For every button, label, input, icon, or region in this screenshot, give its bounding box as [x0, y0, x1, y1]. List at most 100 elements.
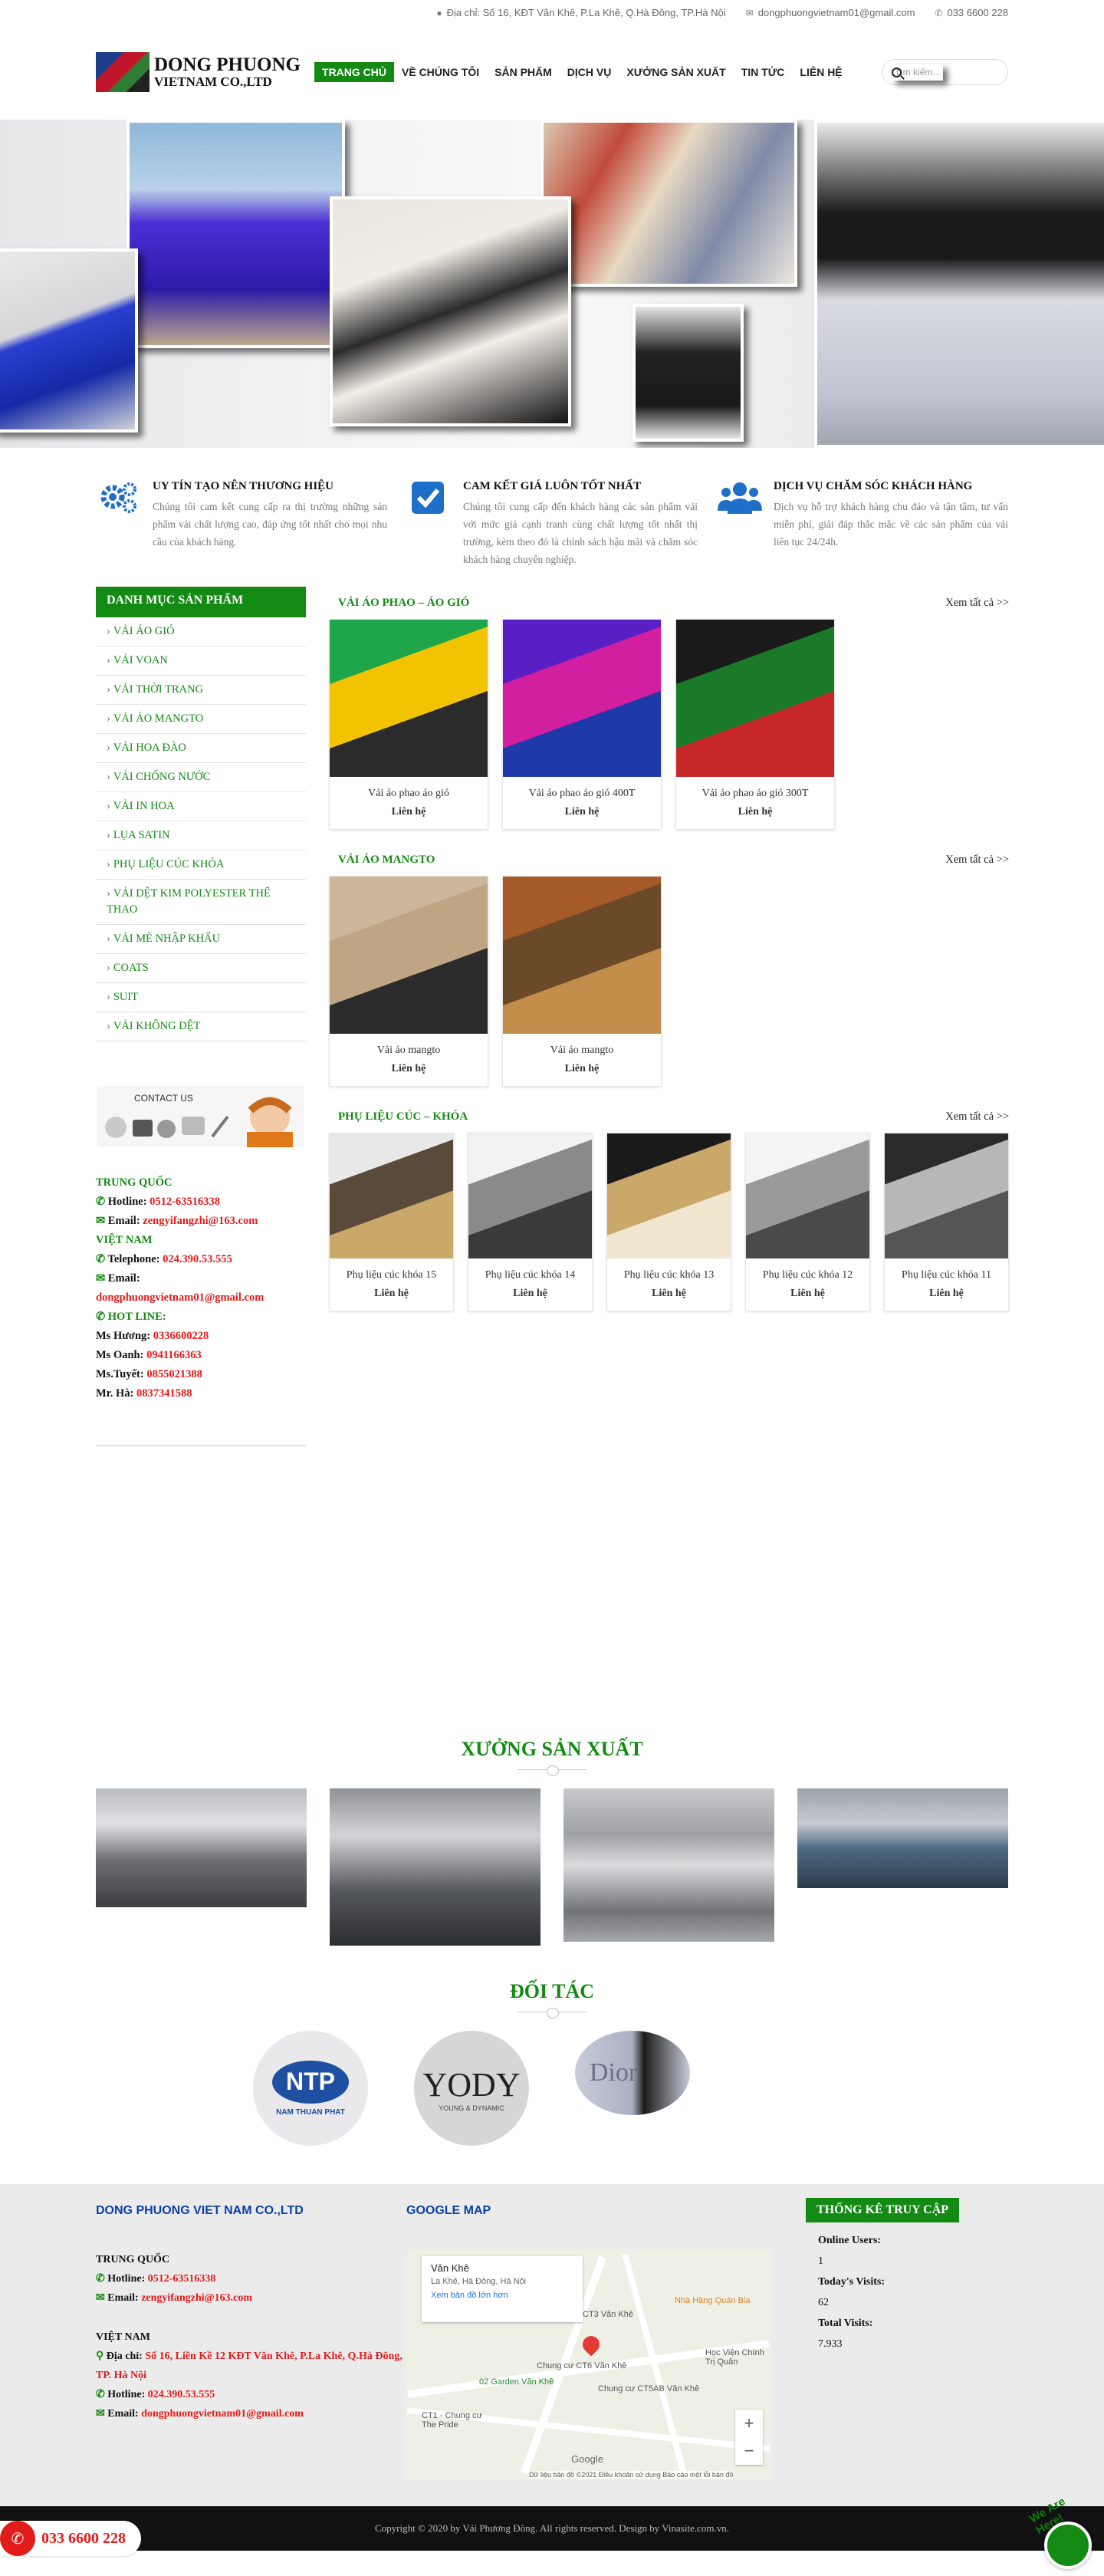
category-item[interactable]: VẢI HOA ĐÀO	[96, 734, 306, 763]
nav-products[interactable]: SẢN PHẨM	[487, 62, 560, 82]
category-item[interactable]: PHỤ LIỆU CÚC KHÓA	[96, 850, 306, 880]
nav-contact[interactable]: LIÊN HỆ	[792, 62, 849, 82]
location-icon: ⚲	[96, 2351, 107, 2362]
category-item[interactable]: VẢI IN HOA	[96, 792, 306, 821]
feature-title: DỊCH VỤ CHĂM SÓC KHÁCH HÀNG	[774, 480, 973, 492]
nav-factory[interactable]: XƯỞNG SẢN XUẤT	[619, 62, 733, 82]
partner-logo-ntp[interactable]: NTP NAM THUAN PHAT	[253, 2031, 368, 2146]
map-zoom-control[interactable]: + −	[735, 2410, 763, 2465]
product-image[interactable]	[330, 877, 488, 1034]
product-card[interactable]: Vải áo mangto Liên hệ	[502, 876, 662, 1087]
product-name[interactable]: Phụ liệu cúc khóa 15	[330, 1269, 453, 1288]
product-card[interactable]: Phụ liệu cúc khóa 15 Liên hệ	[329, 1133, 454, 1311]
sidebar: DANH MỤC SẢN PHẨM VẢI ÁO GIÓ VẢI VOAN VẢ…	[96, 587, 306, 1446]
product-name[interactable]: Vải áo mangto	[330, 1045, 488, 1063]
category-item[interactable]: VẢI DỆT KIM POLYESTER THỂ THAO	[96, 880, 306, 925]
footer-company: DONG PHUONG VIET NAM CO.,LTD TRUNG QUỐC …	[96, 2198, 406, 2480]
map-pin-icon[interactable]	[579, 2332, 603, 2357]
phone-icon: ✆	[935, 7, 943, 18]
product-image[interactable]	[330, 1133, 453, 1258]
product-image[interactable]	[330, 620, 488, 777]
partners-section: ĐỐI TÁC NTP NAM THUAN PHAT YODY YOUNG & …	[0, 1980, 1104, 2146]
product-card[interactable]: Phụ liệu cúc khóa 12 Liên hệ	[745, 1133, 870, 1311]
product-name[interactable]: Phụ liệu cúc khóa 13	[607, 1269, 731, 1288]
hotline-title: ✆ HOT LINE:	[96, 1311, 166, 1323]
search-input[interactable]: Tìm kiếm...	[882, 59, 1008, 85]
search-icon[interactable]	[892, 67, 902, 77]
category-item[interactable]: VẢI CHỐNG NƯỚC	[96, 763, 306, 792]
category-item[interactable]: VẢI VOAN	[96, 646, 306, 676]
category-title[interactable]: PHỤ LIỆU CÚC – KHÓA	[329, 1110, 468, 1124]
floating-hotline[interactable]: ✆ 033 6600 228	[0, 2521, 141, 2556]
view-all-link[interactable]: Xem tất cả >>	[945, 1110, 1009, 1124]
product-name[interactable]: Phụ liệu cúc khóa 14	[468, 1269, 592, 1288]
feature-reputation: UY TÍN TẠO NÊN THƯƠNG HIỆU Chúng tôi cam…	[96, 480, 387, 568]
view-all-link[interactable]: Xem tất cả >>	[945, 597, 1009, 610]
product-name[interactable]: Phụ liệu cúc khóa 11	[885, 1269, 1008, 1288]
factory-photo[interactable]	[797, 1788, 1008, 1888]
product-card[interactable]: Phụ liệu cúc khóa 13 Liên hệ	[606, 1133, 731, 1311]
category-title[interactable]: VẢI ÁO PHAO – ÁO GIÓ	[329, 597, 469, 610]
email-info[interactable]: ✉ dongphuongvietnam01@gmail.com	[746, 7, 915, 18]
nav-news[interactable]: TIN TỨC	[734, 62, 793, 82]
nav-home[interactable]: TRANG CHỦ	[314, 62, 394, 82]
category-item[interactable]: VẢI ÁO GIÓ	[96, 617, 306, 646]
google-map[interactable]: Văn Khê La Khê, Hà Đông, Hà Nội Xem bản …	[406, 2250, 770, 2480]
product-image[interactable]	[676, 620, 834, 777]
product-image[interactable]	[503, 877, 661, 1034]
today-visits-value: 62	[818, 2297, 829, 2308]
category-item[interactable]: LỤA SATIN	[96, 821, 306, 850]
sidebar-title: DANH MỤC SẢN PHẨM	[96, 587, 306, 617]
product-price: Liên hệ	[790, 1288, 825, 1299]
product-name[interactable]: Vải áo phao áo gió 400T	[503, 788, 661, 806]
category-item[interactable]: VẢI ÁO MANGTO	[96, 705, 306, 734]
larger-map-link[interactable]: Xem bản đồ lớn hơn	[431, 2291, 573, 2300]
product-name[interactable]: Vải áo mangto	[503, 1045, 661, 1063]
product-card[interactable]: Vải áo mangto Liên hệ	[329, 876, 488, 1087]
category-item[interactable]: VẢI THỜI TRANG	[96, 676, 306, 705]
map-title: GOOGLE MAP	[406, 2204, 491, 2217]
category-item[interactable]: VẢI KHÔNG DỆT	[96, 1012, 306, 1041]
product-image[interactable]	[607, 1133, 731, 1258]
product-name[interactable]: Vải áo phao áo gió 300T	[676, 788, 834, 806]
chat-widget[interactable]: We Are Here!	[1027, 2495, 1092, 2569]
product-card[interactable]: Phụ liệu cúc khóa 11 Liên hệ	[884, 1133, 1009, 1311]
partner-logo-yody[interactable]: YODY YOUNG & DYNAMIC	[414, 2031, 529, 2146]
footer: DONG PHUONG VIET NAM CO.,LTD TRUNG QUỐC …	[0, 2184, 1104, 2506]
factory-photo[interactable]	[564, 1788, 774, 1942]
zoom-out-icon[interactable]: −	[744, 2441, 754, 2461]
nav-about[interactable]: VỀ CHÚNG TÔI	[394, 62, 487, 82]
zoom-in-icon[interactable]: +	[744, 2413, 754, 2433]
product-price: Liên hệ	[564, 806, 600, 818]
chat-bubble-icon[interactable]	[1044, 2522, 1092, 2569]
envelope-icon: ✉	[96, 2408, 108, 2420]
factory-photo[interactable]	[96, 1788, 307, 1907]
envelope-icon: ✉	[96, 2292, 108, 2304]
category-title[interactable]: VẢI ÁO MANGTO	[329, 854, 435, 867]
product-image[interactable]	[746, 1133, 869, 1258]
main-section: DANH MỤC SẢN PHẨM VẢI ÁO GIÓ VẢI VOAN VẢ…	[0, 587, 1104, 1446]
category-item[interactable]: COATS	[96, 954, 306, 983]
product-card[interactable]: Vải áo phao áo gió 300T Liên hệ	[675, 619, 835, 830]
product-image[interactable]	[503, 620, 661, 777]
site-logo[interactable]: DONG PHUONG VIETNAM CO.,LTD	[96, 52, 307, 92]
china-email: ✉ Email: zengyifangzhi@163.com	[96, 1215, 258, 1227]
product-card[interactable]: Vải áo phao áo gió 400T Liên hệ	[502, 619, 662, 830]
product-name[interactable]: Vải áo phao áo gió	[330, 788, 488, 806]
nav-services[interactable]: DỊCH VỤ	[560, 62, 619, 82]
phone-info[interactable]: ✆ 033 6600 228	[935, 7, 1008, 18]
factory-photo[interactable]	[330, 1788, 540, 1946]
phone-icon[interactable]: ✆	[0, 2521, 35, 2556]
product-name[interactable]: Phụ liệu cúc khóa 12	[746, 1269, 869, 1288]
partner-logo-dior[interactable]: Dior	[575, 2031, 690, 2115]
category-item[interactable]: SUIT	[96, 983, 306, 1012]
product-image[interactable]	[468, 1133, 592, 1258]
product-image[interactable]	[885, 1133, 1008, 1258]
category-item[interactable]: VẢI MÈ NHẬP KHẨU	[96, 925, 306, 954]
view-all-link[interactable]: Xem tất cả >>	[945, 854, 1009, 867]
vietnam-tel: ✆ Telephone: 024.390.53.555	[96, 1253, 232, 1265]
vietnam-email-value[interactable]: dongphuongvietnam01@gmail.com	[96, 1288, 306, 1308]
hero-banner[interactable]	[0, 120, 1104, 448]
product-card[interactable]: Phụ liệu cúc khóa 14 Liên hệ	[468, 1133, 593, 1311]
product-card[interactable]: Vải áo phao áo gió Liên hệ	[329, 619, 488, 830]
